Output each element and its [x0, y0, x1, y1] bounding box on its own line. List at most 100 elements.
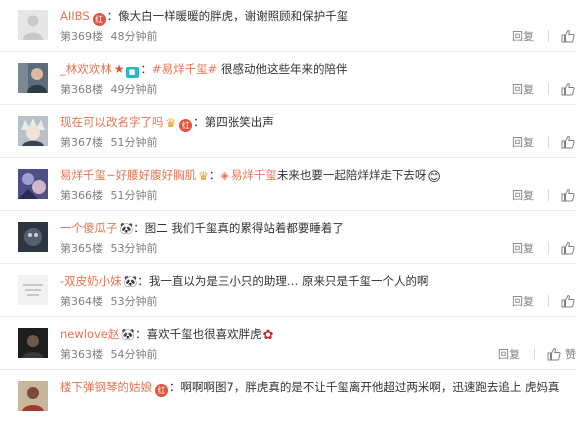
comment-meta: 第363楼 54分钟前 — [60, 348, 158, 362]
comment-line: -双皮奶小妹 🐼：我一直以为是三小只的助理… 原来只是千玺一个人的啊 — [60, 274, 429, 288]
comment-actions: 回复 3 — [512, 188, 576, 204]
comment-actions: 回复 3 — [512, 294, 576, 310]
comment-meta: 第364楼 53分钟前 — [60, 295, 158, 309]
comment-line: _林欢欢林 ★ ■ ：#易烊千玺# 很感动他这些年来的陪伴 — [60, 62, 348, 78]
reply-button[interactable]: 回复 — [498, 347, 520, 363]
like-count: 赞 — [565, 348, 576, 361]
like-button[interactable]: 3 — [561, 188, 576, 204]
timestamp: 49分钟前 — [110, 83, 158, 96]
comment-line: 易烊千玺~好腰好腹好胸肌 ♛：◈ 易烊千玺未来也要一起陪烊烊走下去呀😊 — [60, 168, 441, 185]
reply-button[interactable]: 回复 — [512, 29, 534, 45]
member-badge-icon: 红 — [92, 13, 106, 26]
thumbs-up-icon — [561, 135, 575, 149]
rose-emoji-icon: ✿ — [262, 328, 274, 343]
username[interactable]: 楼下弹钢琴的姑娘 — [60, 380, 152, 394]
comment-text: 第四张笑出声 — [204, 115, 274, 129]
timestamp: 53分钟前 — [110, 242, 158, 255]
username[interactable]: 易烊千玺~好腰好腹好胸肌 — [60, 168, 196, 182]
camera-badge-icon: ■ — [125, 67, 139, 78]
divider — [548, 242, 549, 254]
comment-item: newlove赵 🐼：喜欢千玺也很喜欢胖虎✿ 第363楼 54分钟前 回复 赞 — [0, 318, 576, 370]
floor-number: 第366楼 — [60, 189, 103, 202]
comment-item: 一个傻瓜子 🐼：图二 我们千玺真的累得站着都要睡着了 第365楼 53分钟前 回复… — [0, 212, 576, 264]
divider — [548, 189, 549, 201]
comment-text: 啊啊啊图7，胖虎真的是不让千玺离开他超过两米啊，迅速跑去追上 虎妈真 — [180, 380, 560, 394]
avatar[interactable] — [18, 169, 48, 199]
smile-emoji-icon: 😊 — [427, 170, 441, 185]
avatar[interactable] — [18, 63, 48, 93]
comment-text: 喜欢千玺也很喜欢胖虎 — [146, 327, 262, 341]
comment-actions: 回复 3 — [512, 29, 576, 45]
thumbs-up-icon — [561, 241, 575, 255]
floor-number: 第367楼 — [60, 136, 103, 149]
comment-text: 图二 我们千玺真的累得站着都要睡着了 — [144, 221, 344, 235]
comment-meta: 第365楼 53分钟前 — [60, 242, 158, 256]
floor-number: 第363楼 — [60, 348, 103, 361]
avatar[interactable] — [18, 10, 48, 40]
avatar[interactable] — [18, 381, 48, 411]
avatar[interactable] — [18, 328, 48, 358]
comment-meta: 第366楼 51分钟前 — [60, 189, 158, 203]
like-button[interactable]: 3 — [561, 241, 576, 257]
username[interactable]: 现在可以改名字了吗 — [60, 115, 164, 129]
like-button[interactable]: 3 — [561, 294, 576, 310]
comment-text: 我一直以为是三小只的助理… 原来只是千玺一个人的啊 — [148, 274, 429, 288]
username[interactable]: 一个傻瓜子 — [60, 221, 118, 235]
floor-number: 第364楼 — [60, 295, 103, 308]
member-badge-icon: 红 — [179, 119, 193, 132]
timestamp: 48分钟前 — [110, 30, 158, 43]
reply-button[interactable]: 回复 — [512, 82, 534, 98]
mention-link[interactable]: 易烊千玺 — [231, 168, 277, 182]
comment-item: _林欢欢林 ★ ■ ：#易烊千玺# 很感动他这些年来的陪伴 第368楼 49分钟前 回… — [0, 53, 576, 105]
avatar[interactable] — [18, 275, 48, 305]
divider — [534, 348, 535, 360]
thumbs-up-icon — [561, 188, 575, 202]
thumbs-up-icon — [561, 294, 575, 308]
comment-text: 很感动他这些年来的陪伴 — [220, 62, 348, 76]
thumbs-up-icon — [547, 347, 561, 361]
panda-badge-icon: 🐼 — [123, 275, 138, 288]
crown-badge-icon: ♛ — [165, 116, 177, 130]
username[interactable]: newlove赵 — [60, 327, 119, 341]
username[interactable]: -双皮奶小妹 — [60, 274, 122, 288]
floor-number: 第365楼 — [60, 242, 103, 255]
reply-button[interactable]: 回复 — [512, 135, 534, 151]
avatar[interactable] — [18, 116, 48, 146]
username[interactable]: AIIBS — [60, 9, 90, 23]
timestamp: 53分钟前 — [110, 295, 158, 308]
comment-actions: 回复 3 — [512, 82, 576, 98]
comment-actions: 回复 3 — [512, 241, 576, 257]
reply-button[interactable]: 回复 — [512, 294, 534, 310]
reply-button[interactable]: 回复 — [512, 241, 534, 257]
comment-item: AIIBS 红：像大白一样暖暖的胖虎，谢谢照顾和保护千玺 第369楼 48分钟前 … — [0, 0, 576, 52]
star-badge-icon: ★ — [113, 62, 125, 76]
comment-line: 一个傻瓜子 🐼：图二 我们千玺真的累得站着都要睡着了 — [60, 221, 344, 235]
floor-number: 第368楼 — [60, 83, 103, 96]
comment-meta: 第368楼 49分钟前 — [60, 83, 158, 97]
reply-button[interactable]: 回复 — [512, 188, 534, 204]
crown-badge-icon: ♛ — [198, 169, 209, 183]
comment-line: AIIBS 红：像大白一样暖暖的胖虎，谢谢照顾和保护千玺 — [60, 9, 349, 26]
hashtag-link[interactable]: #易烊千玺# — [152, 62, 217, 76]
comment-actions: 回复 3 — [512, 135, 576, 151]
member-badge-icon: 红 — [155, 384, 168, 397]
comment-line: 现在可以改名字了吗 ♛ 红：第四张笑出声 — [60, 115, 274, 132]
timestamp: 51分钟前 — [110, 189, 158, 202]
comment-line: newlove赵 🐼：喜欢千玺也很喜欢胖虎✿ — [60, 327, 274, 343]
floor-number: 第369楼 — [60, 30, 103, 43]
timestamp: 51分钟前 — [110, 136, 158, 149]
comment-meta: 第367楼 51分钟前 — [60, 136, 158, 150]
avatar[interactable] — [18, 222, 48, 252]
location-icon: ◈ — [220, 169, 229, 182]
username[interactable]: _林欢欢林 — [60, 62, 112, 76]
panda-badge-icon: 🐼 — [119, 222, 134, 235]
divider — [548, 30, 549, 42]
like-button[interactable]: 3 — [561, 29, 576, 45]
comment-actions: 回复 赞 — [498, 347, 576, 363]
like-button[interactable]: 赞 — [547, 347, 576, 363]
timestamp: 54分钟前 — [110, 348, 158, 361]
comment-text: 像大白一样暖暖的胖虎，谢谢照顾和保护千玺 — [118, 9, 349, 23]
like-button[interactable]: 3 — [561, 135, 576, 151]
thumbs-up-icon — [561, 82, 575, 96]
like-button[interactable]: 3 — [561, 82, 576, 98]
